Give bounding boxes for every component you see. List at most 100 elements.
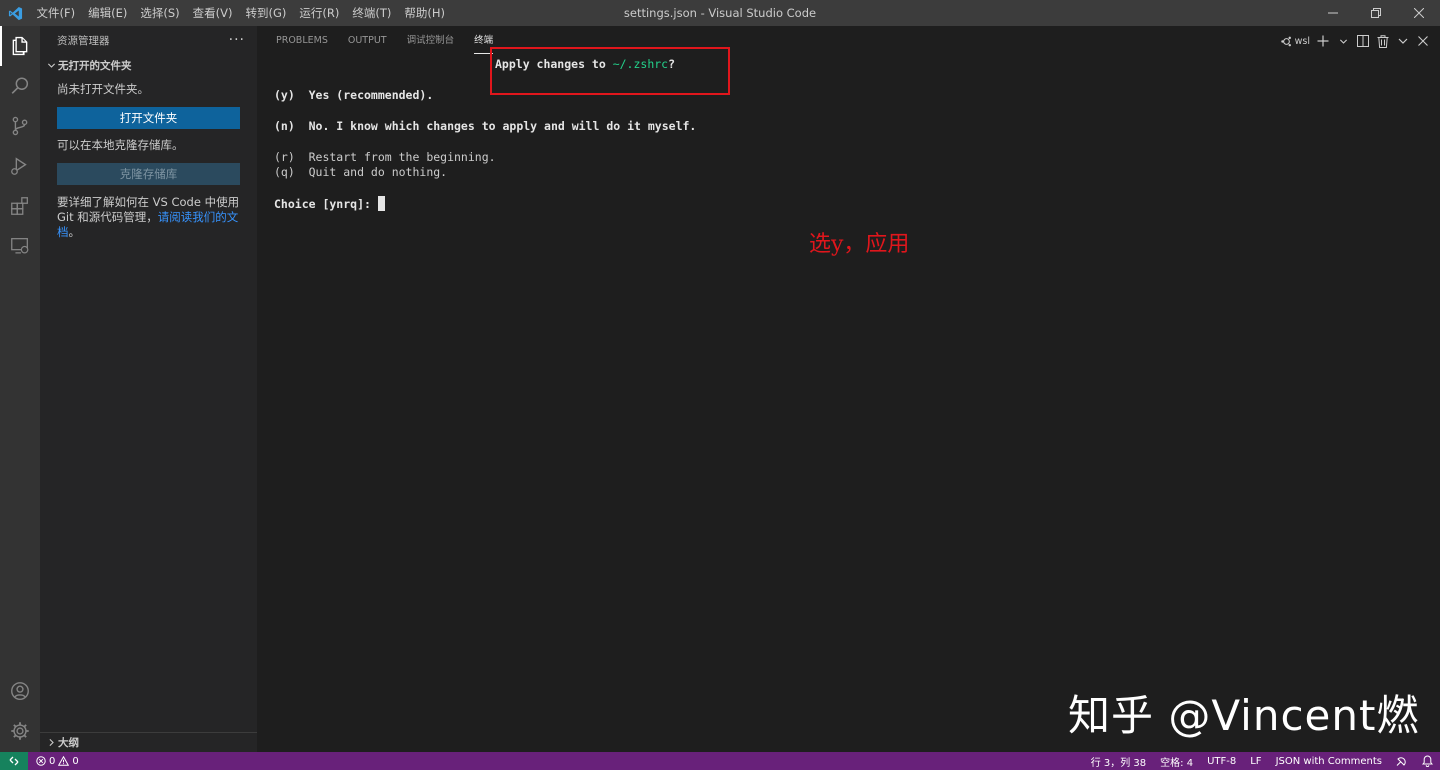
end-of-line[interactable]: LF: [1243, 752, 1268, 770]
close-icon: [1418, 36, 1428, 46]
docs-link-part-2: 档: [57, 225, 69, 239]
help-line-1: 要详细了解如何在 VS Code 中使用: [57, 195, 240, 209]
vscode-logo-icon: [0, 0, 30, 26]
tab-output[interactable]: OUTPUT: [348, 26, 387, 56]
bell-icon: [1422, 755, 1433, 767]
restore-icon: [1370, 8, 1381, 18]
explorer-sidebar: 资源管理器 ··· 无打开的文件夹 尚未打开文件夹。 打开文件夹 可以在本地克隆…: [40, 26, 257, 752]
annotation-text: 选y，应用: [809, 232, 910, 257]
menu-go[interactable]: 转到(G): [239, 0, 293, 26]
menu-view[interactable]: 查看(V): [186, 0, 239, 26]
plus-icon: [1317, 35, 1329, 47]
panel-actions: wsl: [1280, 26, 1430, 56]
maximize-panel-button[interactable]: [1396, 31, 1410, 51]
manage-tab[interactable]: [0, 711, 40, 751]
run-debug-tab[interactable]: [0, 146, 40, 186]
clone-text: 可以在本地克隆存储库。: [57, 138, 184, 152]
watermark: 知乎 @Vincent燃: [1068, 691, 1420, 740]
feedback-button[interactable]: [1389, 752, 1415, 770]
window-controls: [1311, 0, 1440, 26]
terminal-selector[interactable]: wsl: [1280, 31, 1310, 51]
language-mode[interactable]: JSON with Comments: [1269, 752, 1389, 770]
choice-line: Choice [ynrq]:: [274, 196, 385, 211]
source-control-tab[interactable]: [0, 106, 40, 146]
docs-link-part-1: 请阅读我们的文: [157, 210, 239, 224]
option-restart: (r) Restart from the beginning.: [274, 150, 496, 164]
explorer-header: 资源管理器 ···: [40, 26, 257, 54]
split-terminal-button[interactable]: [1356, 31, 1370, 51]
accounts-tab[interactable]: [0, 671, 40, 711]
cursor-position[interactable]: 行 3，列 38: [1084, 752, 1153, 770]
outline-section-header[interactable]: 大纲: [40, 732, 257, 752]
section-title: 无打开的文件夹: [58, 59, 132, 72]
minimize-icon: [1327, 12, 1338, 14]
panel-tabs: PROBLEMS OUTPUT 调试控制台 终端: [257, 26, 513, 56]
terminal-cursor: [377, 196, 385, 211]
menu-run[interactable]: 运行(R): [293, 0, 346, 26]
menu-edit[interactable]: 编辑(E): [82, 0, 134, 26]
option-no: (n) No. I know which changes to apply an…: [274, 119, 697, 133]
help-suffix: 。: [68, 225, 81, 239]
chevron-right-icon: [44, 738, 58, 747]
open-folder-button[interactable]: 打开文件夹: [57, 107, 240, 129]
option-yes: (y) Yes (recommended).: [274, 88, 434, 102]
activity-bar: [0, 26, 40, 752]
account-icon: [11, 682, 29, 700]
help-line-2: Git 和源代码管理，: [57, 210, 158, 224]
source-control-help-text: 要详细了解如何在 VS Code 中使用 Git 和源代码管理，请阅读我们的文档…: [40, 195, 257, 240]
source-control-icon: [12, 116, 28, 136]
menu-terminal[interactable]: 终端(T): [346, 0, 398, 26]
more-actions-button[interactable]: ···: [229, 32, 245, 48]
terminal-panel: PROBLEMS OUTPUT 调试控制台 终端 wsl Apply chang…: [257, 26, 1440, 752]
settings-gear-icon: [11, 722, 29, 740]
explorer-tab[interactable]: [0, 26, 40, 66]
files-icon: [12, 36, 28, 56]
run-debug-icon: [11, 157, 27, 175]
close-panel-button[interactable]: [1416, 31, 1430, 51]
error-icon: [36, 756, 46, 766]
search-icon: [11, 77, 29, 94]
restore-button[interactable]: [1354, 0, 1397, 26]
highlight-box: [490, 47, 730, 95]
close-button[interactable]: [1397, 0, 1440, 26]
no-folder-section-header[interactable]: 无打开的文件夹: [40, 54, 257, 76]
chevron-down-icon: [44, 61, 58, 70]
menu-help[interactable]: 帮助(H): [398, 0, 452, 26]
title-bar: 文件(F) 编辑(E) 选择(S) 查看(V) 转到(G) 运行(R) 终端(T…: [0, 0, 1440, 26]
trash-icon: [1377, 34, 1389, 48]
terminal-dropdown-button[interactable]: [1336, 31, 1350, 51]
notifications-button[interactable]: [1415, 752, 1440, 770]
close-icon: [1413, 8, 1424, 18]
chevron-down-icon: [1339, 38, 1347, 44]
status-bar-right: 行 3，列 38 空格: 4 UTF-8 LF JSON with Commen…: [1084, 752, 1440, 770]
menu-selection[interactable]: 选择(S): [134, 0, 186, 26]
search-tab[interactable]: [0, 66, 40, 106]
extensions-icon: [11, 197, 28, 215]
clone-repository-button[interactable]: 克隆存储库: [57, 163, 240, 185]
problems-indicator[interactable]: 0 0: [28, 756, 87, 767]
warning-count: 0: [72, 755, 79, 767]
indentation[interactable]: 空格: 4: [1153, 752, 1200, 770]
remote-explorer-icon: [11, 238, 29, 254]
no-folder-text: 尚未打开文件夹。: [57, 82, 149, 96]
remote-icon: [9, 756, 19, 766]
kill-terminal-button[interactable]: [1376, 31, 1390, 51]
remote-indicator[interactable]: [0, 752, 28, 770]
encoding[interactable]: UTF-8: [1200, 752, 1243, 770]
tab-debug-console[interactable]: 调试控制台: [407, 26, 455, 56]
extensions-tab[interactable]: [0, 186, 40, 226]
menu-file[interactable]: 文件(F): [30, 0, 82, 26]
explorer-title: 资源管理器: [57, 34, 110, 47]
remote-explorer-tab[interactable]: [0, 226, 40, 266]
tab-problems[interactable]: PROBLEMS: [276, 26, 328, 56]
new-terminal-button[interactable]: [1316, 31, 1330, 51]
minimize-button[interactable]: [1311, 0, 1354, 26]
status-bar: 0 0 行 3，列 38 空格: 4 UTF-8 LF JSON with Co…: [0, 752, 1440, 770]
menu-bar: 文件(F) 编辑(E) 选择(S) 查看(V) 转到(G) 运行(R) 终端(T…: [30, 0, 451, 26]
terminal-name: wsl: [1294, 35, 1310, 47]
warning-icon: [58, 756, 70, 766]
error-count: 0: [49, 755, 56, 767]
linux-terminal-icon: [1280, 36, 1291, 46]
feedback-icon: [1396, 757, 1406, 766]
chevron-down-icon: [1398, 38, 1408, 44]
